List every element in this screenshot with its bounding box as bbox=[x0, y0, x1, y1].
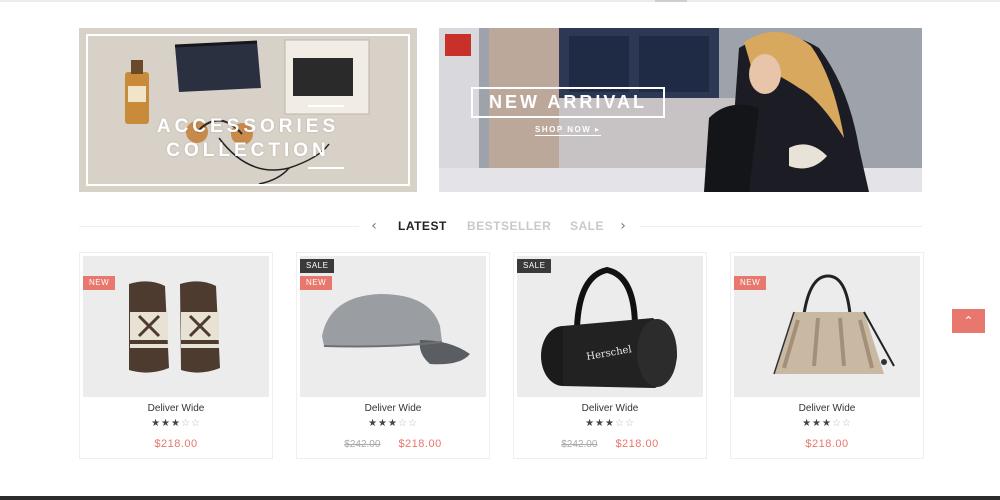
chevron-left-icon[interactable]: ‹ bbox=[366, 217, 382, 235]
shop-now-link[interactable]: SHOP NOW ▸ bbox=[535, 125, 601, 136]
product-old-price: $242.00 bbox=[561, 439, 598, 450]
accessories-collection-banner[interactable]: ACCESSORIES COLLECTION bbox=[79, 28, 417, 192]
product-name[interactable]: Deliver Wide bbox=[514, 403, 706, 414]
new-arrival-title: NEW ARRIVAL bbox=[471, 87, 665, 118]
footer-edge bbox=[0, 496, 1000, 500]
banner-accent-line bbox=[308, 167, 344, 169]
sale-badge: SALE bbox=[300, 259, 335, 273]
product-prices: $218.00 bbox=[731, 438, 923, 450]
banner-frame bbox=[86, 34, 410, 186]
banner-title-line2: COLLECTION bbox=[166, 140, 330, 161]
product-old-price: $242.00 bbox=[344, 439, 381, 450]
product-name[interactable]: Deliver Wide bbox=[731, 403, 923, 414]
sale-badge: SALE bbox=[517, 259, 552, 273]
new-badge: NEW bbox=[734, 276, 767, 290]
product-price: $218.00 bbox=[154, 438, 198, 450]
product-price: $218.00 bbox=[615, 438, 659, 450]
tab-latest[interactable]: LATEST bbox=[398, 219, 447, 233]
product-card[interactable]: Herschel SALE Deliver Wide ★★★☆☆ $242.00… bbox=[513, 252, 707, 459]
product-prices: $218.00 bbox=[80, 438, 272, 450]
rating-stars: ★★★☆☆ bbox=[151, 418, 201, 429]
product-name[interactable]: Deliver Wide bbox=[297, 403, 489, 414]
top-divider bbox=[0, 0, 1000, 2]
chevron-up-icon[interactable]: ⌃ bbox=[952, 309, 985, 333]
product-card[interactable]: NEW Deliver Wide ★★★☆☆ $218.00 bbox=[730, 252, 924, 459]
product-price: $218.00 bbox=[805, 438, 849, 450]
product-card[interactable]: SALE NEW Deliver Wide ★★★☆☆ $242.00 $218.… bbox=[296, 252, 490, 459]
chevron-right-icon[interactable]: › bbox=[615, 217, 631, 235]
product-image-duffel-bag[interactable]: Herschel bbox=[517, 256, 703, 397]
product-card[interactable]: NEW Deliver Wide ★★★☆☆ $218.00 bbox=[79, 252, 273, 459]
product-name[interactable]: Deliver Wide bbox=[80, 403, 272, 414]
rating-stars: ★★★☆☆ bbox=[802, 418, 852, 429]
rating-stars: ★★★☆☆ bbox=[368, 418, 418, 429]
product-price: $218.00 bbox=[398, 438, 442, 450]
tab-bestseller[interactable]: BESTSELLER bbox=[467, 219, 551, 233]
new-badge: NEW bbox=[83, 276, 116, 290]
product-prices: $242.00 $218.00 bbox=[514, 438, 706, 450]
banner-accent-line bbox=[308, 105, 344, 107]
new-badge: NEW bbox=[300, 276, 333, 290]
rating-stars: ★★★☆☆ bbox=[585, 418, 635, 429]
tabs-divider-right bbox=[640, 226, 922, 227]
tab-sale[interactable]: SALE bbox=[570, 219, 604, 233]
tabs-divider-left bbox=[79, 226, 359, 227]
product-prices: $242.00 $218.00 bbox=[297, 438, 489, 450]
new-arrival-banner[interactable]: NEW ARRIVAL SHOP NOW ▸ bbox=[439, 28, 922, 192]
banner-title-line1: ACCESSORIES bbox=[156, 116, 340, 137]
